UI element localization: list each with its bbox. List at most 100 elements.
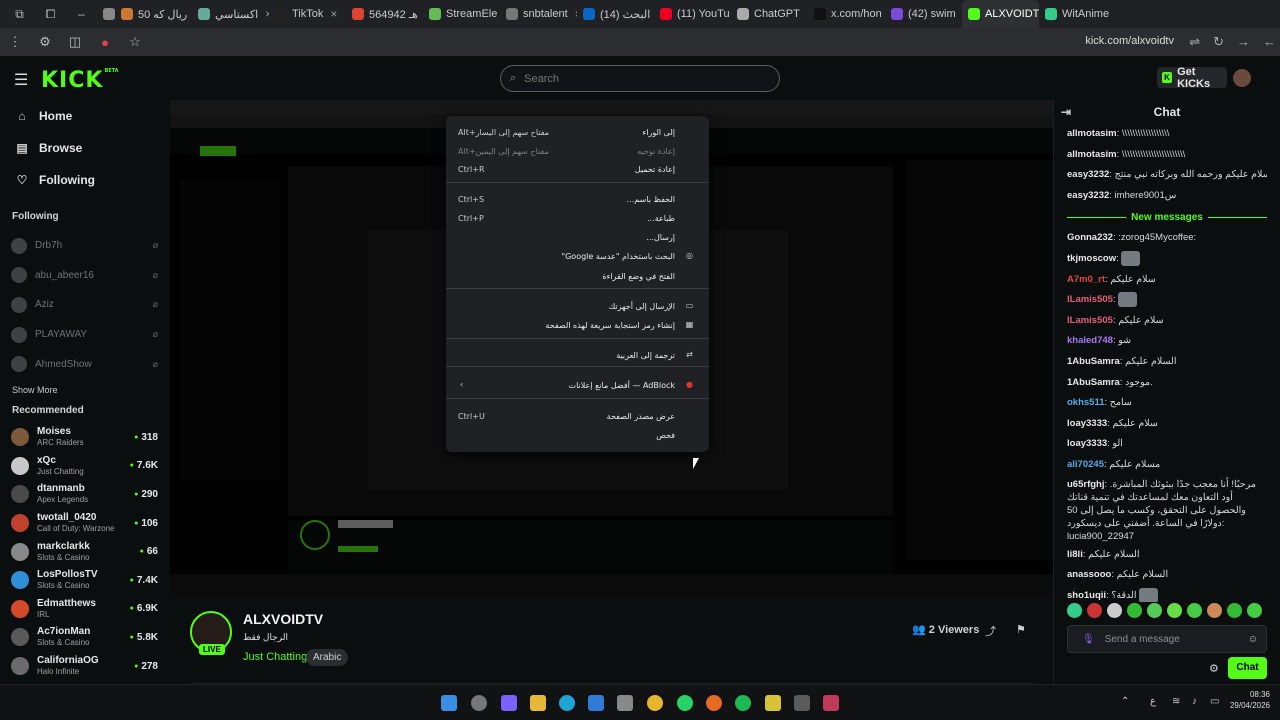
context-menu-item[interactable]: الإرسال إلى أجهزتك ▭ — [446, 298, 709, 317]
chat-username[interactable]: okhs511 — [1067, 397, 1105, 408]
recommended-channel[interactable]: LosPollosTVSlots & Casino 7.4K — [0, 566, 170, 595]
chat-input-box[interactable]: 🎙 Send a message ☺ — [1067, 625, 1267, 653]
tab-close-icon[interactable]: × — [330, 7, 337, 21]
browser-tab[interactable]: x.com/hon× — [808, 0, 885, 28]
language-tag[interactable]: Arabic — [306, 649, 349, 666]
context-menu-item[interactable]: إعادة توجيه Alt+مفتاح سهم إلى اليمين — [446, 143, 709, 162]
copilot-icon[interactable] — [501, 695, 517, 711]
chat-username[interactable]: allmotasim — [1067, 128, 1117, 139]
following-item[interactable]: AhmedShow ⌀ — [0, 349, 170, 379]
chat-username[interactable]: u65rfghj — [1067, 479, 1104, 490]
browser-tab[interactable]: snbtalent× — [500, 0, 577, 28]
emote-icon[interactable] — [1227, 603, 1242, 618]
spotify-icon[interactable] — [735, 695, 751, 711]
snip-icon[interactable] — [823, 695, 839, 711]
start-icon[interactable] — [441, 695, 457, 711]
chat-input[interactable]: Send a message — [1105, 634, 1180, 645]
browser-tab[interactable]: (42) swim× — [885, 0, 962, 28]
url-text[interactable]: kick.com/alxvoidtv — [1085, 35, 1174, 47]
recommended-channel[interactable]: Ac7ionManSlots & Casino 5.8K — [0, 623, 170, 652]
tray-expand-icon[interactable]: ⌃ — [1121, 696, 1129, 707]
chat-settings-icon[interactable]: ⚙ — [1209, 662, 1219, 675]
context-menu-item[interactable]: الفتح في وضع القراءة — [446, 268, 709, 287]
chat-username[interactable]: easy3232 — [1067, 190, 1109, 201]
firefox-icon[interactable] — [706, 695, 722, 711]
chat-username[interactable]: khaled748 — [1067, 335, 1113, 346]
mic-icon[interactable]: 🎙 — [1082, 634, 1095, 645]
context-menu-item[interactable]: البحث باستخدام "عدسة Google" ◎ — [446, 248, 709, 267]
chat-username[interactable]: tkjmoscow — [1067, 253, 1116, 264]
chat-send-button[interactable]: Chat — [1228, 657, 1267, 679]
following-item[interactable]: Aziz ⌀ — [0, 290, 170, 320]
emote-icon[interactable] — [1107, 603, 1122, 618]
window-menu-icon[interactable]: ⧉ — [4, 0, 35, 28]
search-box[interactable]: ⌕ — [500, 65, 780, 92]
recommended-channel[interactable]: twotall_0420Call of Duty: Warzone 106 — [0, 509, 170, 538]
show-more-link[interactable]: Show More — [0, 379, 170, 401]
chat-username[interactable]: loay3333 — [1067, 438, 1107, 449]
user-avatar[interactable] — [1233, 69, 1251, 87]
get-kicks-button[interactable]: K Get KICKs — [1157, 66, 1227, 90]
browser-tab[interactable]: 564942 هـ× — [346, 0, 423, 28]
context-menu-item[interactable]: إلى الوراء Alt+مفتاح سهم إلى اليسار — [446, 124, 709, 143]
search-taskbar-icon[interactable] — [471, 695, 487, 711]
browser-tab[interactable]: ChatGPT× — [731, 0, 808, 28]
following-item[interactable]: abu_abeer16 ⌀ — [0, 261, 170, 291]
emote-icon[interactable] — [1247, 603, 1262, 618]
bookmark-icon[interactable]: ☆ — [120, 34, 150, 50]
category-link[interactable]: Just Chatting — [243, 651, 307, 663]
collapse-chat-icon[interactable]: ⇥ — [1061, 100, 1071, 124]
context-menu-item[interactable]: فحص — [446, 427, 709, 446]
context-menu-item[interactable]: طباعة... Ctrl+P — [446, 210, 709, 229]
mail-icon[interactable] — [588, 695, 604, 711]
hamburger-menu-icon[interactable]: ☰ — [14, 70, 28, 90]
browser-tab[interactable] — [97, 0, 115, 28]
chat-messages[interactable]: allmotasim: \\\\\\\\\\\\\\\\\\ allmotasim… — [1054, 124, 1280, 602]
emote-icon[interactable] — [1127, 603, 1142, 618]
browser-tab[interactable]: اكستاسي × — [192, 0, 269, 28]
chat-username[interactable]: anassooo — [1067, 569, 1111, 580]
report-flag-icon[interactable]: ⚑ — [1016, 623, 1026, 636]
explorer-icon[interactable] — [530, 695, 546, 711]
browser-tab[interactable]: ALXVOIDT× — [962, 0, 1039, 28]
volume-icon[interactable]: ♪ — [1192, 696, 1197, 707]
chat-username[interactable]: 1AbuSamra — [1067, 356, 1120, 367]
recommended-channel[interactable]: dtanmanbApex Legends 290 — [0, 480, 170, 509]
recommended-channel[interactable]: EdmatthewsIRL 6.9K — [0, 595, 170, 624]
clock[interactable]: 08:36 29/04/2026 — [1230, 689, 1270, 711]
emote-icon[interactable] — [1087, 603, 1102, 618]
more-menu-icon[interactable]: ⋮ — [0, 34, 30, 50]
back-icon[interactable]: ← — [1263, 34, 1276, 50]
sidebar-nav-home[interactable]: ⌂ Home — [0, 100, 170, 132]
browser-tab[interactable]: StreamEle× — [423, 0, 500, 28]
sidebar-nav-following[interactable]: ♡ Following — [0, 164, 170, 196]
browser-tab[interactable]: TikTok × — [269, 0, 346, 28]
share-icon[interactable]: ⤴ — [985, 623, 996, 639]
context-menu-item[interactable]: إرسال... — [446, 229, 709, 248]
following-item[interactable]: PLAYAWAY ⌀ — [0, 320, 170, 350]
whatsapp-icon[interactable] — [677, 695, 693, 711]
context-menu-item[interactable]: AdBlock — أفضل مانع إعلانات ● ‹ — [446, 377, 709, 396]
context-menu-item[interactable]: الحفظ باسم... Ctrl+S — [446, 191, 709, 210]
context-menu-item[interactable]: عرض مصدر الصفحة Ctrl+U — [446, 408, 709, 427]
context-menu-item[interactable]: ترجمة إلى العربية ⇄ — [446, 347, 709, 366]
following-item[interactable]: Drb7h ⌀ — [0, 231, 170, 261]
language-indicator[interactable]: ع — [1150, 696, 1156, 707]
chat-username[interactable]: sho1uqii — [1067, 590, 1106, 601]
restore-icon[interactable]: ⧠ — [35, 0, 66, 28]
forward-icon[interactable]: → — [1237, 34, 1250, 50]
search-input[interactable] — [524, 72, 745, 85]
recommended-channel[interactable]: CaliforniaOGHalo Infinite 278 — [0, 652, 170, 681]
emote-icon[interactable] — [1187, 603, 1202, 618]
emote-icon[interactable] — [1067, 603, 1082, 618]
emote-icon[interactable] — [1207, 603, 1222, 618]
extension-icon[interactable]: ⚙ — [30, 34, 60, 50]
browser-tab[interactable]: (14) البحث× — [577, 0, 654, 28]
chat-username[interactable]: easy3232 — [1067, 169, 1109, 180]
kick-logo[interactable]: KICKBETA — [41, 68, 119, 93]
game-icon[interactable] — [794, 695, 810, 711]
edge-icon[interactable] — [559, 695, 575, 711]
store-icon[interactable] — [617, 695, 633, 711]
browser-tab[interactable]: WitAnime× — [1039, 0, 1116, 28]
chat-username[interactable]: 1AbuSamra — [1067, 377, 1120, 388]
